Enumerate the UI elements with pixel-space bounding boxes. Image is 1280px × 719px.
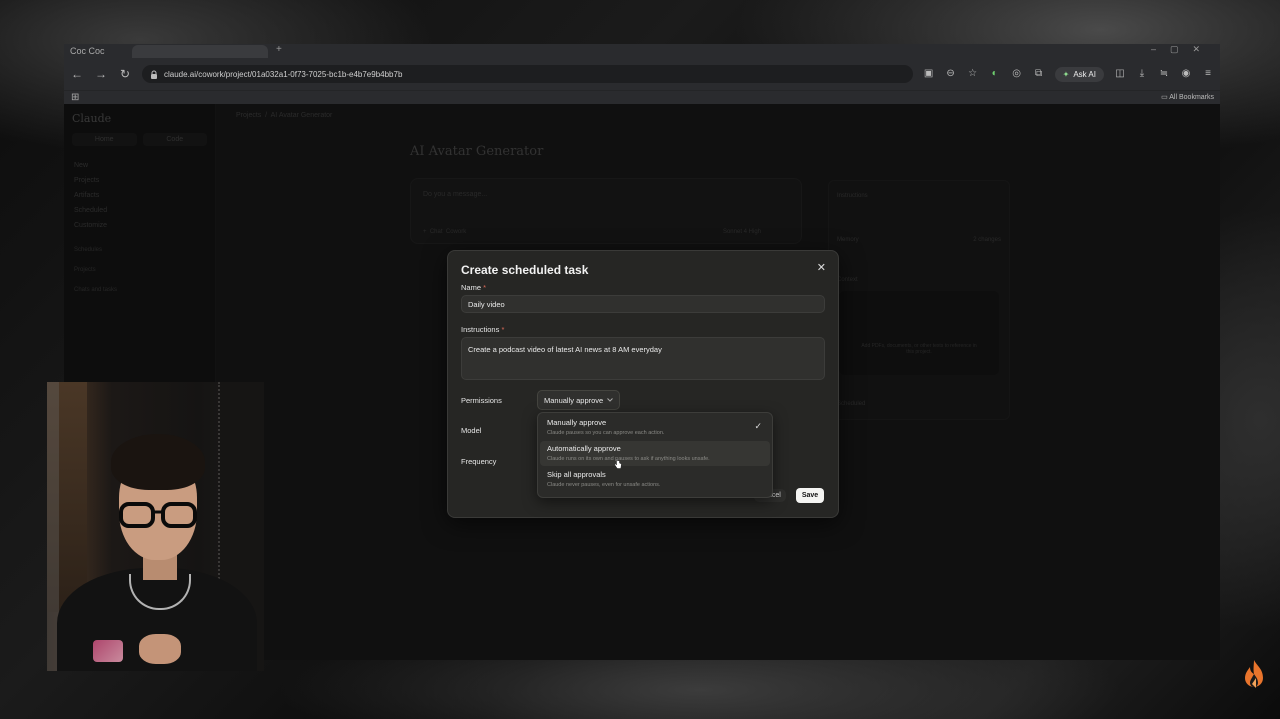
url-text: claude.ai/cowork/project/01a032a1-0f73-7…	[164, 69, 403, 79]
profile-icon[interactable]: ◉	[1180, 68, 1192, 80]
option-manually-approve[interactable]: Manually approve Claude pauses so you ca…	[540, 415, 770, 440]
option-title: Manually approve	[547, 418, 607, 427]
browser-toolbar: ← → ↻ claude.ai/cowork/project/01a032a1-…	[64, 58, 1220, 90]
translate-icon[interactable]: ≒	[1158, 68, 1170, 80]
model-label: Model	[461, 426, 482, 435]
star-icon[interactable]: ☆	[967, 68, 979, 80]
check-icon: ✓	[754, 421, 762, 431]
save-button[interactable]: Save	[796, 488, 824, 503]
bookmarks-bar: ⊞ ▭ All Bookmarks	[64, 90, 1220, 105]
extensions-icon[interactable]: ⧉	[1033, 68, 1045, 80]
reload-icon[interactable]: ↻	[118, 67, 132, 81]
apps-icon[interactable]: ⊞	[71, 92, 79, 103]
address-bar[interactable]: claude.ai/cowork/project/01a032a1-0f73-7…	[142, 65, 913, 83]
permissions-value: Manually approve	[544, 395, 604, 405]
ask-ai-label: Ask AI	[1073, 69, 1096, 79]
instructions-label-text: Instructions	[461, 325, 500, 334]
browser-brand: Coc Coc	[70, 46, 105, 56]
site-info-icon[interactable]	[150, 70, 158, 79]
new-tab-icon[interactable]: +	[276, 44, 282, 55]
moon-icon[interactable]: ◐	[989, 68, 1001, 80]
permissions-dropdown: Manually approve Claude pauses so you ca…	[537, 412, 773, 498]
shield-icon[interactable]: ◎	[1011, 68, 1023, 80]
ask-ai-button[interactable]: ✦ Ask AI	[1054, 66, 1104, 82]
option-desc: Claude pauses so you can approve each ac…	[547, 430, 665, 436]
close-icon[interactable]: ✕	[817, 261, 826, 274]
forward-icon[interactable]: →	[94, 67, 108, 81]
instructions-field[interactable]: Create a podcast video of latest AI news…	[461, 337, 825, 380]
permissions-label: Permissions	[461, 396, 502, 405]
shirt-print	[93, 640, 123, 662]
screenshot-icon[interactable]: ▣	[923, 68, 935, 80]
required-marker: *	[483, 283, 487, 292]
tab-strip: Coc Coc + –▢✕	[64, 44, 1220, 58]
webcam-overlay	[47, 382, 264, 671]
zoom-icon[interactable]: ⊖	[945, 68, 957, 80]
create-scheduled-task-dialog: Create scheduled task ✕ Name * Daily vid…	[447, 250, 839, 518]
flame-logo-icon	[1245, 660, 1263, 688]
menu-icon[interactable]: ≡	[1202, 68, 1214, 80]
instructions-label: Instructions *	[461, 325, 504, 334]
option-skip-all-approvals[interactable]: Skip all approvals Claude never pauses, …	[540, 467, 770, 492]
name-field[interactable]: Daily video	[461, 295, 825, 313]
sidepanel-icon[interactable]: ◫	[1114, 68, 1126, 80]
all-bookmarks[interactable]: ▭ All Bookmarks	[1161, 93, 1214, 101]
download-icon[interactable]: ⤓	[1136, 68, 1148, 80]
required-marker: *	[501, 325, 505, 334]
cursor-icon	[614, 458, 622, 469]
permissions-select[interactable]: Manually approve	[537, 390, 621, 410]
dialog-title: Create scheduled task	[461, 263, 589, 277]
back-icon[interactable]: ←	[70, 67, 84, 81]
option-desc: Claude never pauses, even for unsafe act…	[547, 482, 661, 488]
active-tab[interactable]	[132, 45, 268, 58]
option-title: Skip all approvals	[547, 470, 606, 479]
frequency-label: Frequency	[461, 457, 497, 466]
name-label-text: Name	[461, 283, 482, 292]
presenter-hair	[111, 434, 205, 490]
option-automatically-approve[interactable]: Automatically approve Claude runs on its…	[540, 441, 770, 466]
name-label: Name *	[461, 283, 486, 292]
all-bookmarks-label: All Bookmarks	[1169, 94, 1214, 101]
presenter-hand	[139, 634, 181, 664]
option-desc: Claude runs on its own and pauses to ask…	[547, 456, 710, 462]
window-controls[interactable]: –▢✕	[1151, 44, 1214, 55]
glasses-icon	[119, 502, 197, 528]
chevron-down-icon	[607, 398, 614, 402]
option-title: Automatically approve	[547, 444, 621, 453]
